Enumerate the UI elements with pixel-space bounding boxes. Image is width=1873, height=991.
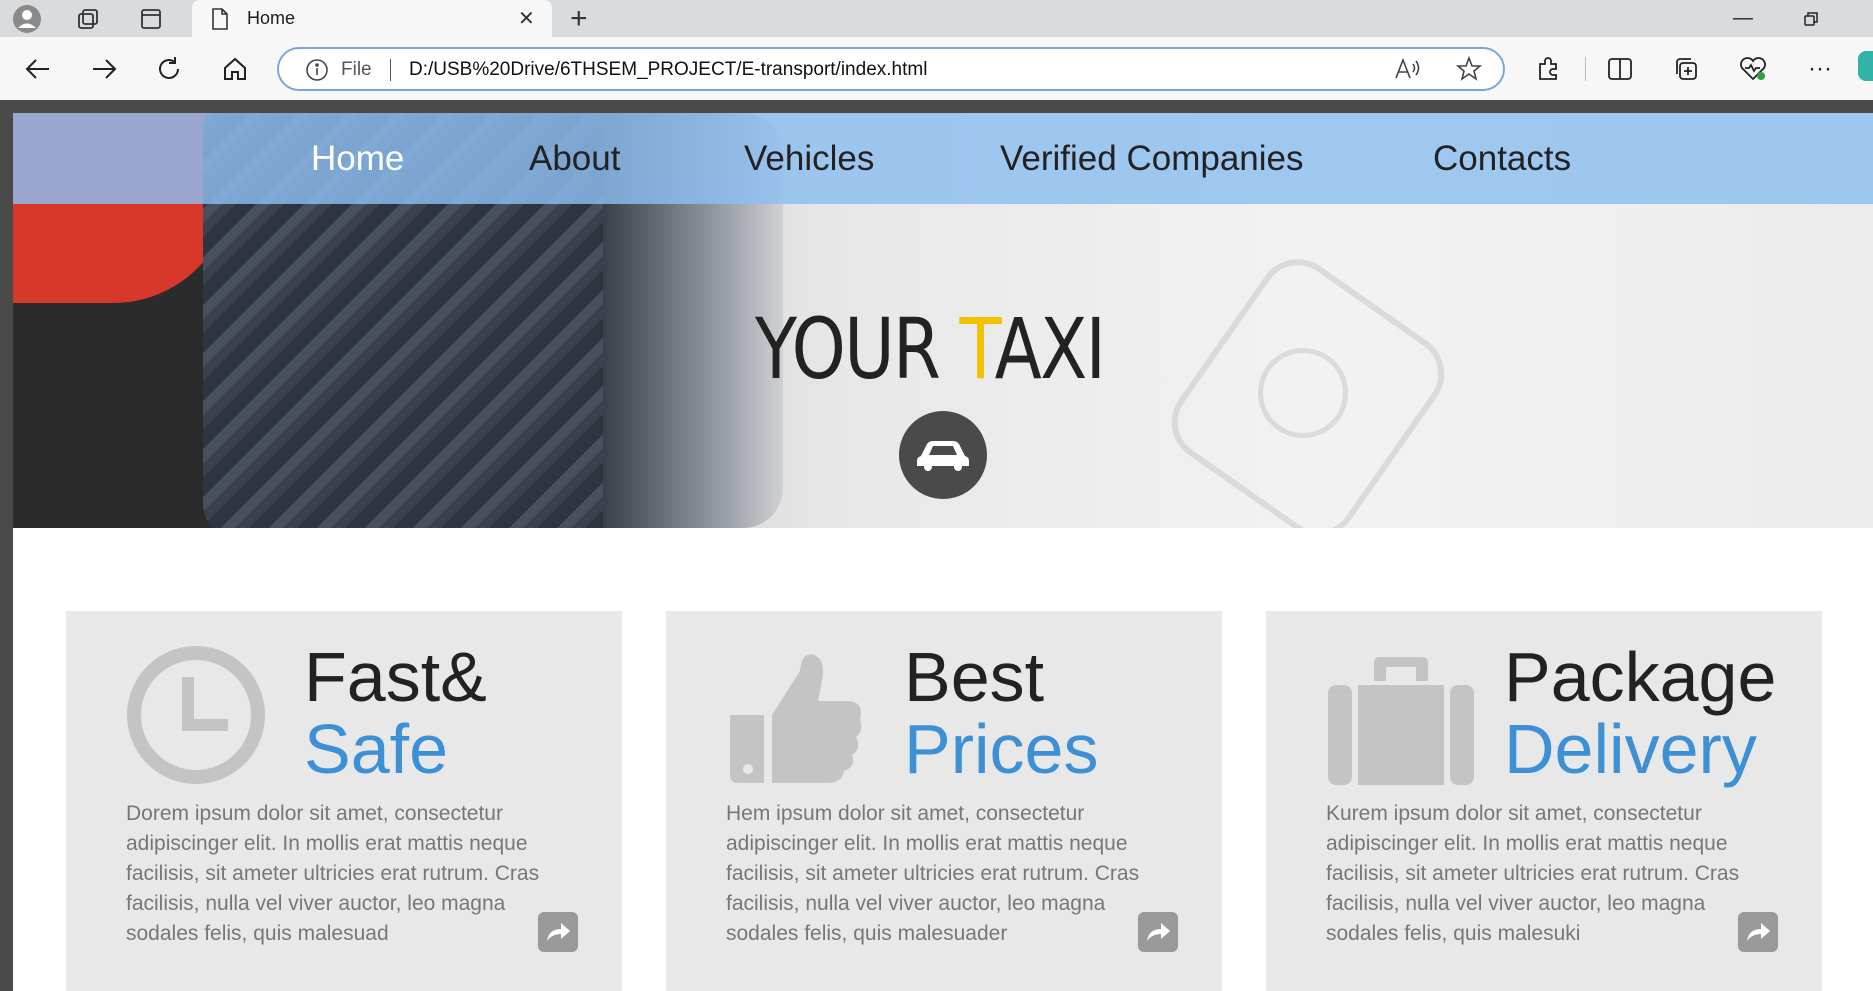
profile-avatar-icon[interactable] (8, 0, 46, 37)
more-menu-icon[interactable]: ··· (1800, 37, 1840, 100)
brand-accent-letter: T (959, 300, 997, 398)
card-description: Hem ipsum dolor sit amet, consectetur ad… (726, 802, 1140, 945)
address-separator (390, 59, 391, 81)
card-title-line1: Fast& (304, 638, 487, 716)
refresh-icon[interactable] (149, 37, 189, 100)
feature-card-best-prices: Best Prices Hem ipsum dolor sit amet, co… (666, 611, 1222, 991)
extensions-icon[interactable] (1528, 37, 1568, 100)
browser-essentials-icon[interactable] (1733, 37, 1773, 100)
workspaces-icon[interactable] (68, 0, 108, 37)
card-title-line2: Safe (304, 710, 448, 788)
thumbs-up-icon (726, 645, 866, 785)
brand-part2: AXI (994, 300, 1106, 398)
page-frame-top (0, 100, 1873, 113)
favorite-star-icon[interactable] (1456, 49, 1482, 89)
page-frame-left (0, 100, 13, 991)
card-title-line2: Delivery (1504, 710, 1757, 788)
vertical-tabs-icon[interactable] (131, 0, 171, 37)
address-bar[interactable]: File D:/USB%20Drive/6THSEM_PROJECT/E-tra… (277, 47, 1505, 91)
feature-card-fast-safe: Fast& Safe Dorem ipsum dolor sit amet, c… (66, 611, 622, 991)
main-navbar: Home About Vehicles Verified Companies C… (13, 113, 1873, 204)
restore-icon[interactable] (1803, 0, 1819, 37)
read-aloud-icon[interactable] (1394, 49, 1420, 89)
copilot-icon[interactable] (1858, 51, 1873, 81)
forward-arrow-icon[interactable] (84, 37, 124, 100)
nav-about[interactable]: About (529, 139, 620, 179)
nav-home[interactable]: Home (311, 139, 404, 179)
browser-toolbar: File D:/USB%20Drive/6THSEM_PROJECT/E-tra… (0, 37, 1873, 100)
close-tab-icon[interactable]: ✕ (518, 6, 535, 31)
nav-vehicles[interactable]: Vehicles (744, 139, 874, 179)
share-arrow-icon[interactable] (538, 912, 578, 952)
collections-icon[interactable] (1666, 37, 1706, 100)
clock-icon (126, 645, 266, 785)
page-icon (210, 8, 230, 35)
hero-watermark-circle (1258, 348, 1348, 438)
site-info-icon[interactable] (305, 58, 329, 87)
toolbar-divider (1585, 57, 1586, 81)
address-prefix: File (341, 59, 372, 80)
nav-contacts[interactable]: Contacts (1433, 139, 1571, 179)
card-description: Kurem ipsum dolor sit amet, consectetur … (1326, 802, 1740, 945)
tab-home[interactable]: Home ✕ (192, 0, 552, 37)
briefcase-icon (1326, 645, 1474, 785)
card-title-line1: Package (1504, 638, 1777, 716)
card-title-line2: Prices (904, 710, 1099, 788)
card-title-line1: Best (904, 638, 1045, 716)
feature-card-package-delivery: Package Delivery Kurem ipsum dolor sit a… (1266, 611, 1822, 991)
brand-logo-text: YOUR TAXI (755, 300, 1106, 398)
page-viewport: Home About Vehicles Verified Companies C… (0, 100, 1873, 991)
tab-title: Home (247, 8, 296, 28)
brand-part1: YOUR (755, 300, 960, 398)
nav-verified-companies[interactable]: Verified Companies (1000, 139, 1304, 179)
minimize-icon[interactable]: — (1733, 0, 1753, 37)
share-arrow-icon[interactable] (1738, 912, 1778, 952)
url-text[interactable]: D:/USB%20Drive/6THSEM_PROJECT/E-transpor… (409, 59, 927, 81)
browser-tab-bar: Home ✕ + — (0, 0, 1873, 37)
new-tab-icon[interactable]: + (570, 0, 588, 37)
home-icon[interactable] (215, 37, 255, 100)
car-icon (899, 411, 987, 499)
card-description: Dorem ipsum dolor sit amet, consectetur … (126, 802, 540, 945)
split-screen-icon[interactable] (1600, 37, 1640, 100)
back-arrow-icon[interactable] (18, 37, 58, 100)
share-arrow-icon[interactable] (1138, 912, 1178, 952)
